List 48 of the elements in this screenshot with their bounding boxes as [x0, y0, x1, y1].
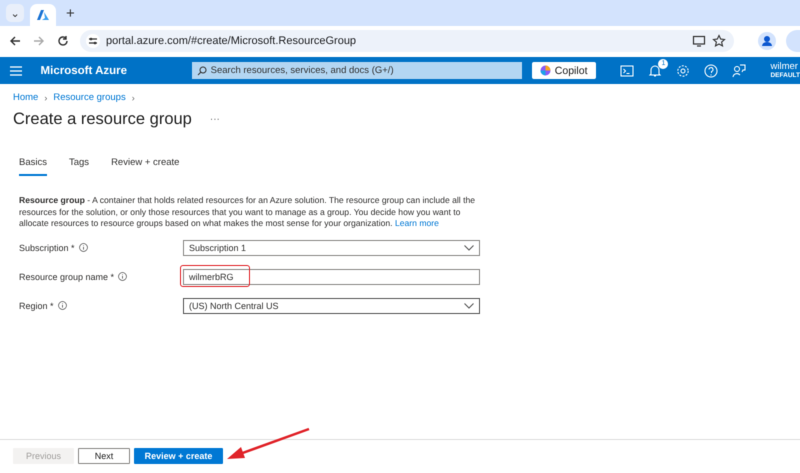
info-icon[interactable]: [118, 272, 128, 281]
azure-logo-icon: [37, 9, 49, 21]
field-label: Resource group name *: [19, 272, 114, 282]
breadcrumb-separator: ›: [132, 92, 135, 102]
user-name[interactable]: wilmer: [770, 62, 800, 72]
page-title: Create a resource group: [13, 110, 192, 129]
portal-brand[interactable]: Microsoft Azure: [40, 64, 192, 76]
more-actions-button[interactable]: ···: [210, 114, 220, 125]
tab[interactable]: Tags: [68, 153, 90, 176]
tab[interactable]: Basics: [19, 153, 47, 176]
field-label: Region *: [19, 300, 54, 310]
description-text: Resource group - A container that holds related resources for an Azure solution. The resource group can include all the resources for the solution, or only those resources that you want to manage as a group. You decide how you want to allocate resources to resource groups based on what makes the most sense for your organization. Learn more: [19, 195, 476, 230]
browser-tab[interactable]: [30, 4, 56, 26]
search-field[interactable]: Search resources, services, and docs (G+/): [192, 62, 522, 79]
chevron-down-icon: [464, 302, 474, 308]
learn-more-link[interactable]: Learn more: [394, 218, 439, 228]
profile-icon[interactable]: [758, 32, 776, 50]
breadcrumb-link[interactable]: Home: [13, 92, 38, 103]
reload-icon[interactable]: [56, 34, 70, 48]
url-text: portal.azure.com/#create/Microsoft.ResourceGroup: [106, 35, 358, 47]
info-icon[interactable]: [78, 243, 88, 252]
field-label: Subscription *: [19, 242, 75, 252]
back-icon[interactable]: [8, 34, 22, 48]
menu-icon[interactable]: [10, 66, 22, 76]
help-icon[interactable]: [704, 64, 718, 78]
chevron-down-icon: [464, 244, 474, 250]
tab-list-button[interactable]: ⌄: [6, 4, 24, 22]
install-app-icon[interactable]: [692, 34, 706, 48]
settings-icon[interactable]: [676, 64, 690, 78]
star-icon[interactable]: [712, 34, 726, 48]
search-icon: [196, 66, 207, 76]
bell-icon: [648, 64, 662, 78]
primary-button[interactable]: Review + create: [134, 448, 223, 464]
site-settings-icon[interactable]: [86, 34, 100, 48]
copilot-icon: [540, 65, 551, 76]
copilot-button[interactable]: Copilot: [532, 62, 596, 79]
dropdown[interactable]: (US) North Central US: [183, 298, 480, 314]
address-bar[interactable]: portal.azure.com/#create/Microsoft.ResourceGroup: [80, 30, 734, 52]
info-icon[interactable]: [58, 301, 67, 310]
tab[interactable]: Review + create: [111, 153, 180, 176]
breadcrumb-link[interactable]: Resource groups: [53, 92, 126, 103]
text-field[interactable]: wilmerbRG: [183, 268, 480, 284]
new-tab-button[interactable]: +: [62, 5, 79, 22]
breadcrumb-separator: ›: [44, 92, 48, 102]
dropdown[interactable]: Subscription 1: [183, 240, 480, 256]
feedback-icon[interactable]: [732, 64, 746, 78]
secondary-button[interactable]: Next: [78, 448, 130, 464]
terminal-icon[interactable]: [620, 64, 634, 78]
